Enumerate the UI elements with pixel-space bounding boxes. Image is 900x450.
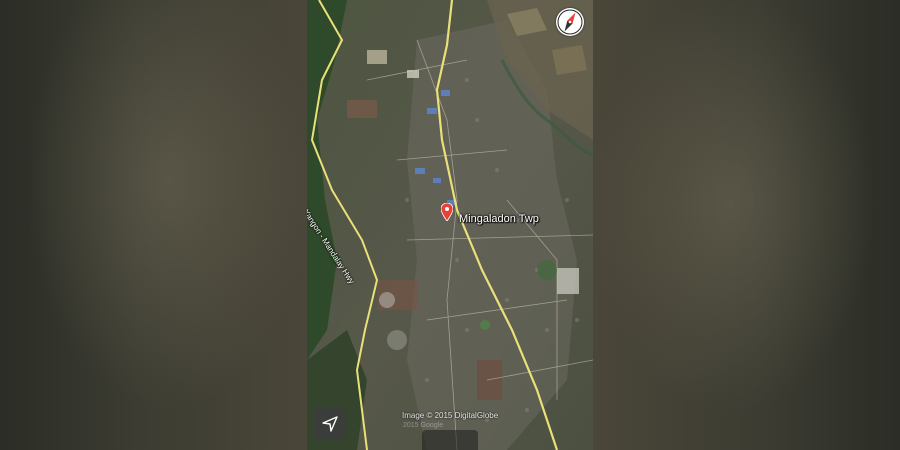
imagery-attribution: Image © 2015 DigitalGlobe [402, 411, 499, 420]
location-arrow-icon [322, 416, 338, 432]
blurred-background-left [0, 0, 307, 450]
compass-button[interactable] [556, 8, 584, 36]
blurred-background-right [593, 0, 900, 450]
screenshot-stage: Yangon - Mandalay Hwy Mingaladon Twp Ima… [0, 0, 900, 450]
location-pin-icon[interactable] [441, 203, 453, 221]
map-view[interactable]: Yangon - Mandalay Hwy Mingaladon Twp Ima… [307, 0, 593, 450]
satellite-map[interactable] [307, 0, 593, 450]
imagery-attribution-secondary: 2015 Google [403, 422, 444, 429]
bottom-sheet-handle[interactable] [422, 430, 478, 450]
place-label[interactable]: Mingaladon Twp [459, 213, 539, 225]
compass-icon [557, 9, 583, 35]
current-location-button[interactable] [314, 408, 346, 440]
